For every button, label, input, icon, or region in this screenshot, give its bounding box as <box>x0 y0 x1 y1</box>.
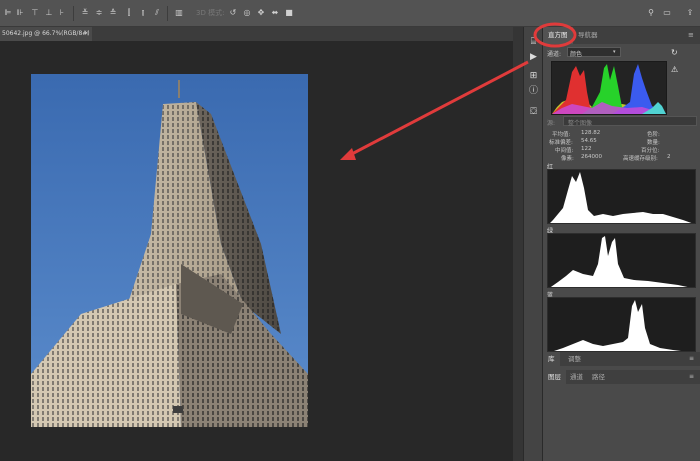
panel-tab-bar: 直方图 导航器 ≡ <box>543 27 700 44</box>
3d-rotate-icon[interactable]: ↺ <box>228 8 238 18</box>
tab-paths[interactable]: 路径 <box>587 370 610 384</box>
tab-navigator[interactable]: 导航器 <box>573 27 603 44</box>
auto-align-icon[interactable]: ▥ <box>174 8 184 18</box>
color-histogram-graph <box>552 64 666 114</box>
source-select[interactable]: 整个图像 <box>563 116 697 127</box>
blue-histogram <box>547 297 696 352</box>
distribute-vcenter-icon[interactable]: ≑ <box>94 8 104 18</box>
stat-pixels-label: 像素: <box>561 156 574 162</box>
stat-median-value: 122 <box>581 146 592 152</box>
document-photo <box>31 74 308 427</box>
empire-state-building-image <box>31 74 308 427</box>
stat-cache-label: 高速缓存级别: <box>623 156 658 162</box>
play-actions-icon[interactable]: ▶ <box>528 52 539 63</box>
library-tab-bar: 库 调整 ≡ <box>543 352 700 366</box>
channel-select-value: 颜色 <box>570 51 583 58</box>
toolbar-separator <box>73 6 74 21</box>
align-center-icon[interactable]: ⊪ <box>15 8 25 18</box>
stat-stddev-value: 54.65 <box>581 138 597 144</box>
3d-roll-icon[interactable]: ◎ <box>242 8 252 18</box>
color-histogram <box>551 61 667 115</box>
panel-menu-icon[interactable]: ≡ <box>689 373 694 380</box>
share-icon[interactable]: ⇪ <box>685 8 695 18</box>
tab-libraries[interactable]: 库 <box>543 352 560 366</box>
align-vcenter-icon[interactable]: ⊥ <box>44 8 54 18</box>
source-label: 源: <box>547 120 556 127</box>
3d-scale-icon[interactable]: ■ <box>284 8 294 18</box>
distribute-right-icon[interactable]: ⫽ <box>152 8 162 18</box>
histogram-panel: 直方图 导航器 ≡ 通道: 颜色 ▾ ↻ ⚠ 源: 整个图像 平均值: 128.… <box>542 27 700 461</box>
close-tab-icon[interactable]: × <box>84 27 89 41</box>
document-tab[interactable]: 50642.jpg @ 66.7%(RGB/8#) × <box>0 27 92 41</box>
stat-count-label: 数量: <box>647 140 660 146</box>
workspace-icon[interactable]: ▭ <box>662 8 672 18</box>
panel-icon-strip: ⌸ ▶ ⊞ ⓘ ⛋ <box>523 27 543 461</box>
stat-mean-value: 128.82 <box>581 130 601 136</box>
3d-pan-icon[interactable]: ✥ <box>256 8 266 18</box>
chevron-down-icon: ▾ <box>613 49 616 55</box>
align-top-icon[interactable]: ⊤ <box>30 8 40 18</box>
tab-histogram[interactable]: 直方图 <box>543 27 573 44</box>
canvas-scrollbar[interactable] <box>513 27 523 461</box>
red-histogram <box>547 169 696 224</box>
source-select-value: 整个图像 <box>568 120 593 127</box>
stat-level-label: 色阶: <box>647 132 660 138</box>
stat-percentile-label: 百分位: <box>641 148 660 154</box>
distribute-top-icon[interactable]: ≚ <box>80 8 90 18</box>
search-icon[interactable]: ⚲ <box>646 8 656 18</box>
align-left-edges-icon[interactable]: ⊫ <box>3 8 13 18</box>
tab-adjustments[interactable]: 调整 <box>563 352 586 366</box>
tab-layers[interactable]: 图层 <box>543 370 566 384</box>
stat-median-label: 中间值: <box>555 148 574 154</box>
distribute-bottom-icon[interactable]: ≙ <box>108 8 118 18</box>
channel-label: 通道: <box>547 51 562 58</box>
channel-select[interactable]: 颜色 ▾ <box>567 47 621 58</box>
red-histogram-graph <box>548 170 695 223</box>
stat-mean-label: 平均值: <box>552 132 571 138</box>
green-histogram-graph <box>548 234 695 287</box>
align-bottom-icon[interactable]: ⊦ <box>57 8 67 18</box>
tab-channels[interactable]: 通道 <box>565 370 588 384</box>
document-tab-bar: 50642.jpg @ 66.7%(RGB/8#) × <box>0 27 513 41</box>
3d-slide-icon[interactable]: ⬌ <box>270 8 280 18</box>
stat-cache-value: 2 <box>667 154 671 160</box>
distribute-left-icon[interactable]: ⫿ <box>124 8 134 18</box>
clone-source-icon[interactable]: ⛋ <box>528 107 539 118</box>
stat-stddev-label: 标准偏差: <box>549 140 573 146</box>
blue-histogram-graph <box>548 298 695 351</box>
panel-menu-icon[interactable]: ≡ <box>688 31 694 39</box>
history-icon[interactable]: ⌸ <box>528 37 539 48</box>
distribute-hcenter-icon[interactable]: ⫾ <box>138 8 148 18</box>
refresh-icon[interactable]: ↻ <box>671 48 678 57</box>
layers-tab-bar: 图层 通道 路径 ≡ <box>543 370 700 384</box>
properties-icon[interactable]: ⊞ <box>528 71 539 82</box>
3d-mode-label: 3D 模式: <box>196 9 225 17</box>
toolbar-separator <box>167 6 168 21</box>
green-histogram <box>547 233 696 288</box>
stat-pixels-value: 264000 <box>581 154 602 160</box>
warning-icon[interactable]: ⚠ <box>671 65 678 74</box>
document-tab-label: 50642.jpg @ 66.7%(RGB/8#) <box>2 30 90 37</box>
panel-menu-icon[interactable]: ≡ <box>689 355 694 362</box>
options-bar: ⊫ ⊪ ⊤ ⊥ ⊦ ≚ ≑ ≙ ⫿ ⫾ ⫽ ▥ 3D 模式: ↺ ◎ ✥ ⬌ ■… <box>0 0 700 27</box>
info-icon[interactable]: ⓘ <box>528 86 539 97</box>
